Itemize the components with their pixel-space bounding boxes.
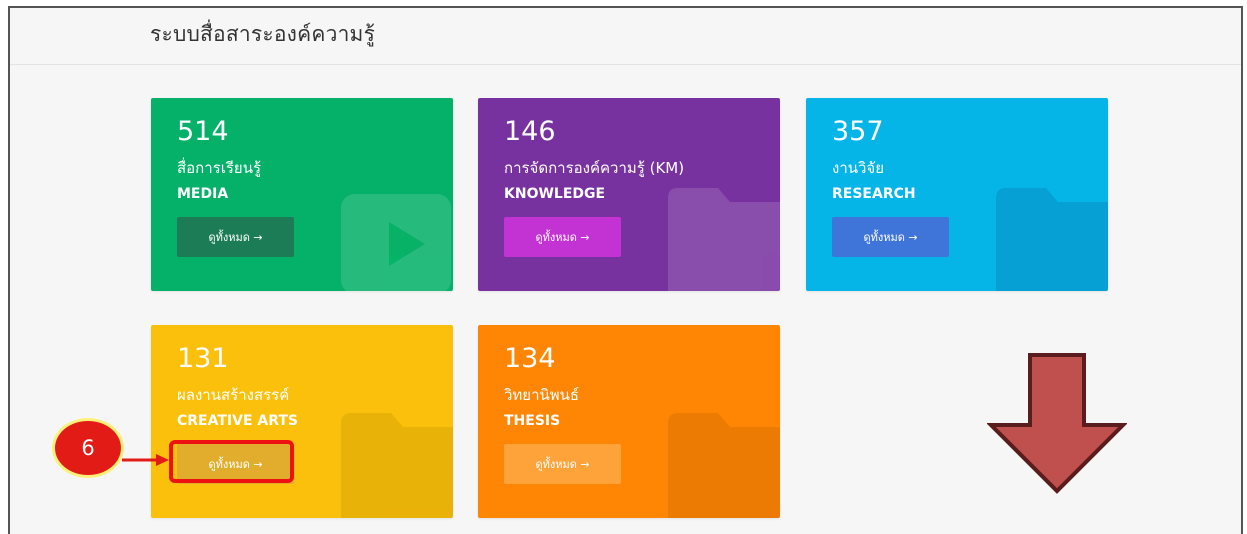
play-icon [341, 194, 451, 291]
label-eng-creative-arts: CREATIVE ARTS [177, 413, 299, 429]
step-marker: 6 [52, 418, 124, 478]
header-bar: ระบบสื่อสาระองค์ความรู้ [10, 8, 1241, 65]
folder-icon [341, 413, 453, 518]
label-eng-media: MEDIA [177, 186, 229, 202]
label-thai-media: สื่อการเรียนรู้ [177, 159, 262, 177]
card-media: 514 สื่อการเรียนรู้ MEDIA ดูทั้งหมด → [151, 98, 453, 291]
view-all-button-research[interactable]: ดูทั้งหมด → [832, 217, 949, 257]
folder-icon [996, 188, 1108, 291]
card-creative-arts: 131 ผลงานสร้างสรรค์ CREATIVE ARTS ดูทั้ง… [151, 325, 453, 518]
arrow-down-icon [987, 353, 1127, 494]
label-thai-research: งานวิจัย [832, 159, 885, 177]
arrow-right-icon [122, 454, 169, 466]
label-thai-thesis: วิทยานิพนธ์ [504, 386, 580, 404]
label-thai-knowledge: การจัดการองค์ความรู้ (KM) [504, 159, 685, 177]
card-knowledge: 146 การจัดการองค์ความรู้ (KM) KNOWLEDGE … [478, 98, 780, 291]
count-thesis: 134 [504, 343, 556, 374]
count-media: 514 [177, 116, 229, 147]
page-title: ระบบสื่อสาระองค์ความรู้ [150, 22, 376, 46]
count-research: 357 [832, 116, 884, 147]
card-research: 357 งานวิจัย RESEARCH ดูทั้งหมด → [806, 98, 1108, 291]
label-thai-creative-arts: ผลงานสร้างสรรค์ [177, 386, 290, 404]
card-thesis: 134 วิทยานิพนธ์ THESIS ดูทั้งหมด → [478, 325, 780, 518]
label-eng-knowledge: KNOWLEDGE [504, 186, 606, 202]
view-all-button-knowledge[interactable]: ดูทั้งหมด → [504, 217, 621, 257]
count-knowledge: 146 [504, 116, 556, 147]
folder-icon [668, 188, 780, 291]
label-eng-research: RESEARCH [832, 186, 916, 202]
view-all-button-thesis[interactable]: ดูทั้งหมด → [504, 444, 621, 484]
highlight-box [169, 440, 294, 483]
label-eng-thesis: THESIS [504, 413, 561, 429]
view-all-button-media[interactable]: ดูทั้งหมด → [177, 217, 294, 257]
count-creative-arts: 131 [177, 343, 229, 374]
folder-icon [668, 413, 780, 518]
